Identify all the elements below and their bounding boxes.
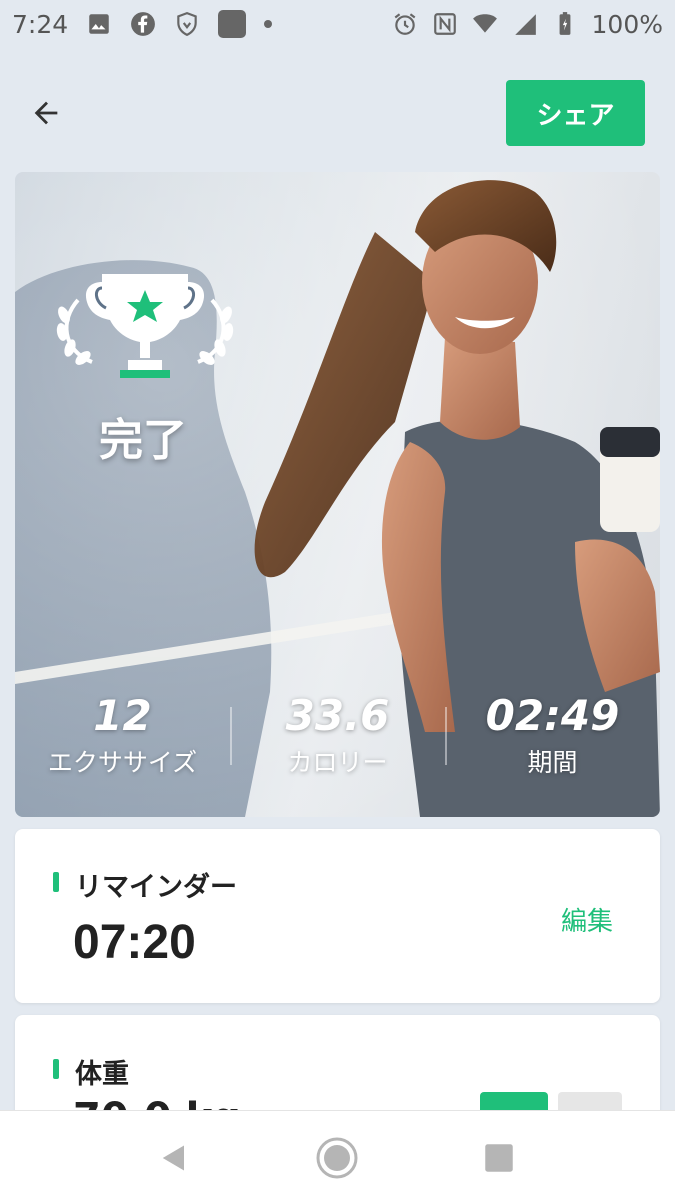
back-button[interactable] bbox=[26, 93, 66, 133]
dot-icon bbox=[264, 20, 273, 28]
status-bar: 7:24 100% bbox=[0, 0, 675, 48]
reminder-card: リマインダー 07:20 編集 bbox=[15, 829, 660, 1003]
nav-back-icon bbox=[162, 1145, 184, 1171]
battery-icon bbox=[559, 12, 570, 35]
system-nav-bar bbox=[0, 1110, 675, 1200]
stat-duration: 02:49 期間 bbox=[445, 687, 660, 797]
app-square-icon bbox=[218, 10, 247, 38]
stat-exercises: 12 エクササイズ bbox=[15, 687, 230, 797]
battery-percent: 100% bbox=[591, 9, 663, 39]
nav-back-button[interactable] bbox=[152, 1136, 196, 1180]
weight-accent-bar bbox=[53, 1059, 59, 1079]
image-icon bbox=[89, 14, 109, 34]
wifi-icon bbox=[472, 14, 497, 33]
reminder-time[interactable]: 07:20 bbox=[73, 915, 196, 970]
workout-stats: 12 エクササイズ 33.6 カロリー 02:49 期間 bbox=[15, 687, 660, 797]
workout-complete-hero: 完了 12 エクササイズ 33.6 カロリー 02:49 期間 bbox=[15, 172, 660, 817]
stat-divider bbox=[445, 707, 447, 765]
nav-recents-button[interactable] bbox=[477, 1136, 521, 1180]
nfc-icon bbox=[433, 13, 456, 35]
cellular-icon bbox=[514, 14, 536, 35]
shield-icon bbox=[177, 12, 197, 37]
nav-home-button[interactable] bbox=[315, 1136, 359, 1180]
stat-exercises-label: エクササイズ bbox=[47, 748, 198, 777]
reminder-title: リマインダー bbox=[75, 872, 237, 903]
alarm-icon bbox=[394, 13, 415, 35]
stat-duration-value: 02:49 bbox=[485, 691, 620, 740]
share-button[interactable]: シェア bbox=[506, 80, 645, 146]
stat-calories-label: カロリー bbox=[287, 748, 388, 777]
completed-label: 完了 bbox=[99, 415, 187, 466]
stat-exercises-value: 12 bbox=[93, 691, 152, 740]
stat-calories-value: 33.6 bbox=[285, 691, 390, 740]
nav-recents-icon bbox=[485, 1144, 513, 1172]
facebook-icon bbox=[131, 12, 156, 36]
trophy-icon bbox=[56, 274, 234, 378]
stat-calories: 33.6 カロリー bbox=[230, 687, 445, 797]
weight-title: 体重 bbox=[75, 1059, 129, 1090]
nav-home-icon bbox=[316, 1137, 358, 1179]
edit-reminder-button[interactable]: 編集 bbox=[561, 901, 613, 938]
status-time: 7:24 bbox=[12, 9, 69, 39]
trophy-badge bbox=[50, 270, 240, 390]
stat-divider bbox=[230, 707, 232, 765]
reminder-accent-bar bbox=[53, 872, 59, 892]
top-bar: シェア bbox=[0, 78, 675, 148]
arrow-back-icon bbox=[34, 101, 58, 125]
stat-duration-label: 期間 bbox=[527, 748, 578, 777]
